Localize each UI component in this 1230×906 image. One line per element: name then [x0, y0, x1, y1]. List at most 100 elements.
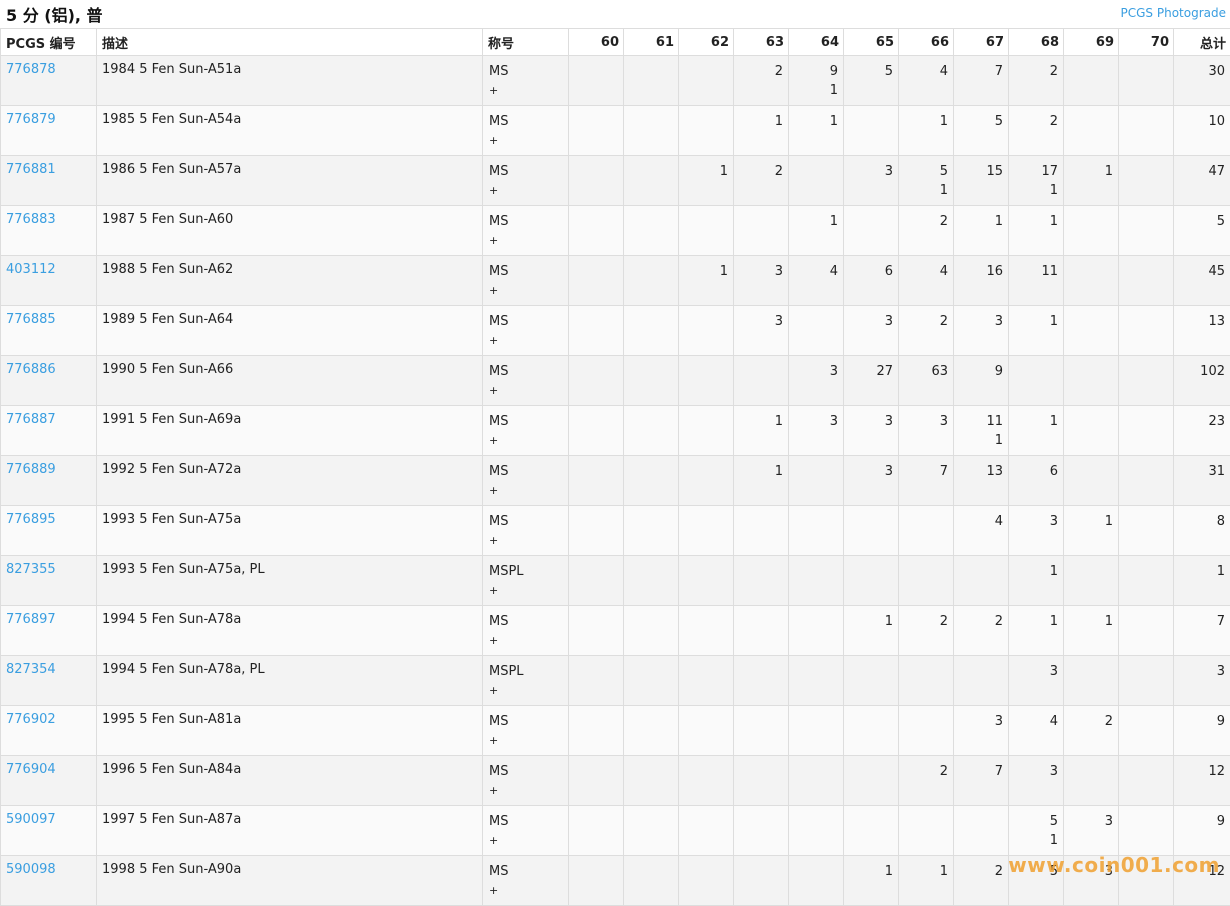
description-cell: 1994 5 Fen Sun-A78a [97, 606, 483, 656]
grade-count-cell-67: 13 [954, 456, 1009, 506]
grade-count-cell-66: 2 [899, 206, 954, 256]
plus-designation-label: + [489, 581, 568, 600]
pcgs-number-link[interactable]: 403112 [6, 262, 56, 277]
pcgs-number-link[interactable]: 827354 [6, 662, 56, 677]
grade-count-cell-60 [569, 156, 624, 206]
description-cell: 1996 5 Fen Sun-A84a [97, 756, 483, 806]
pcgs-number-cell: 776897 [1, 606, 97, 656]
pcgs-number-link[interactable]: 776885 [6, 312, 56, 327]
description-cell: 1994 5 Fen Sun-A78a, PL [97, 656, 483, 706]
grade-count-cell-70 [1119, 756, 1174, 806]
pcgs-number-link[interactable]: 590098 [6, 862, 56, 877]
grade-count-cell-65: 3 [844, 306, 899, 356]
grade-count: 1 [899, 112, 948, 131]
grade-count-cell-68: 1 [1009, 556, 1064, 606]
grade-count-cell-63 [734, 506, 789, 556]
plus-designation-label: + [489, 831, 568, 850]
pcgs-number-link[interactable]: 776879 [6, 112, 56, 127]
col-header-total[interactable]: 总计 [1174, 29, 1230, 56]
grade-count-cell-60 [569, 506, 624, 556]
col-header-grade-67[interactable]: 67 [954, 29, 1009, 56]
col-header-grade-68[interactable]: 68 [1009, 29, 1064, 56]
grade-count-cell-62 [679, 306, 734, 356]
col-header-grade-61[interactable]: 61 [624, 29, 679, 56]
grade-count-cell-70 [1119, 156, 1174, 206]
table-row: 7768951993 5 Fen Sun-A75aMS+4318 [1, 506, 1230, 556]
pcgs-number-link[interactable]: 776886 [6, 362, 56, 377]
grade-count-cell-62 [679, 106, 734, 156]
grade-count-cell-61 [624, 656, 679, 706]
pcgs-number-link[interactable]: 776887 [6, 412, 56, 427]
grade-plus-count: 1 [954, 431, 1003, 450]
grade-count-cell-60 [569, 756, 624, 806]
grade-count-cell-68: 1 [1009, 206, 1064, 256]
grade-count-cell-60 [569, 706, 624, 756]
grade-count-cell-64: 1 [789, 106, 844, 156]
grade-count: 1 [789, 212, 838, 231]
grade-count: 1 [734, 462, 783, 481]
pcgs-number-link[interactable]: 776895 [6, 512, 56, 527]
page-title: 5 分 (铝), 普 [6, 2, 103, 26]
grade-count-cell-70 [1119, 606, 1174, 656]
pcgs-number-link[interactable]: 590097 [6, 812, 56, 827]
grade-count: 5 [844, 62, 893, 81]
col-header-grade-64[interactable]: 64 [789, 29, 844, 56]
grade-count-cell-64 [789, 156, 844, 206]
grade-count-cell-61 [624, 406, 679, 456]
table-row: 7768781984 5 Fen Sun-A51aMS+291547230 [1, 56, 1230, 106]
plus-designation-label: + [489, 81, 568, 100]
col-header-description[interactable]: 描述 [97, 29, 483, 56]
table-row: 7768861990 5 Fen Sun-A66MS+327639102 [1, 356, 1230, 406]
grade-count-cell-61 [624, 456, 679, 506]
grade-count-cell-61 [624, 56, 679, 106]
table-body: 7768781984 5 Fen Sun-A51aMS+291547230776… [1, 56, 1230, 906]
grade-count-cell-64: 3 [789, 356, 844, 406]
description-cell: 1989 5 Fen Sun-A64 [97, 306, 483, 356]
col-header-grade-65[interactable]: 65 [844, 29, 899, 56]
pcgs-number-link[interactable]: 776897 [6, 612, 56, 627]
grade-count: 17 [1009, 162, 1058, 181]
grade-count-cell-62 [679, 706, 734, 756]
grade-plus-count: 1 [1009, 831, 1058, 850]
pcgs-number-link[interactable]: 776878 [6, 62, 56, 77]
grade-count-cell-67: 9 [954, 356, 1009, 406]
grade-count-cell-69 [1064, 206, 1119, 256]
description-cell: 1995 5 Fen Sun-A81a [97, 706, 483, 756]
grade-count-cell-68: 3 [1009, 756, 1064, 806]
col-header-grade-60[interactable]: 60 [569, 29, 624, 56]
pcgs-photograde-link[interactable]: PCGS Photograde [1121, 6, 1226, 20]
pcgs-number-link[interactable]: 776904 [6, 762, 56, 777]
grade-count-cell-61 [624, 706, 679, 756]
grade-count-cell-62 [679, 756, 734, 806]
pcgs-number-link[interactable]: 827355 [6, 562, 56, 577]
pcgs-number-link[interactable]: 776902 [6, 712, 56, 727]
grade-count-cell-61 [624, 506, 679, 556]
description-cell: 1998 5 Fen Sun-A90a [97, 856, 483, 906]
col-header-grade-62[interactable]: 62 [679, 29, 734, 56]
grade-count-cell-62 [679, 606, 734, 656]
grade-count-cell-68: 1 [1009, 406, 1064, 456]
col-header-pcgs-no[interactable]: PCGS 编号 [1, 29, 97, 56]
pcgs-number-link[interactable]: 776889 [6, 462, 56, 477]
total-cell: 47 [1174, 156, 1230, 206]
pcgs-number-link[interactable]: 776881 [6, 162, 56, 177]
col-header-grade-63[interactable]: 63 [734, 29, 789, 56]
grade-count-cell-64 [789, 756, 844, 806]
grade-count-cell-63 [734, 606, 789, 656]
pcgs-number-cell: 827354 [1, 656, 97, 706]
grade-count-cell-60 [569, 356, 624, 406]
plus-designation-label: + [489, 181, 568, 200]
col-header-grade-70[interactable]: 70 [1119, 29, 1174, 56]
grade-count: 3 [1009, 762, 1058, 781]
col-header-grade-66[interactable]: 66 [899, 29, 954, 56]
grade-count: 5 [954, 112, 1003, 131]
col-header-grade-69[interactable]: 69 [1064, 29, 1119, 56]
pcgs-number-link[interactable]: 776883 [6, 212, 56, 227]
col-header-designation[interactable]: 称号 [483, 29, 569, 56]
designation-label: MSPL [489, 662, 568, 681]
designation-cell: MS+ [483, 156, 569, 206]
grade-count-cell-68: 4 [1009, 706, 1064, 756]
grade-count-cell-64 [789, 656, 844, 706]
grade-count: 63 [899, 362, 948, 381]
grade-count-cell-61 [624, 806, 679, 856]
